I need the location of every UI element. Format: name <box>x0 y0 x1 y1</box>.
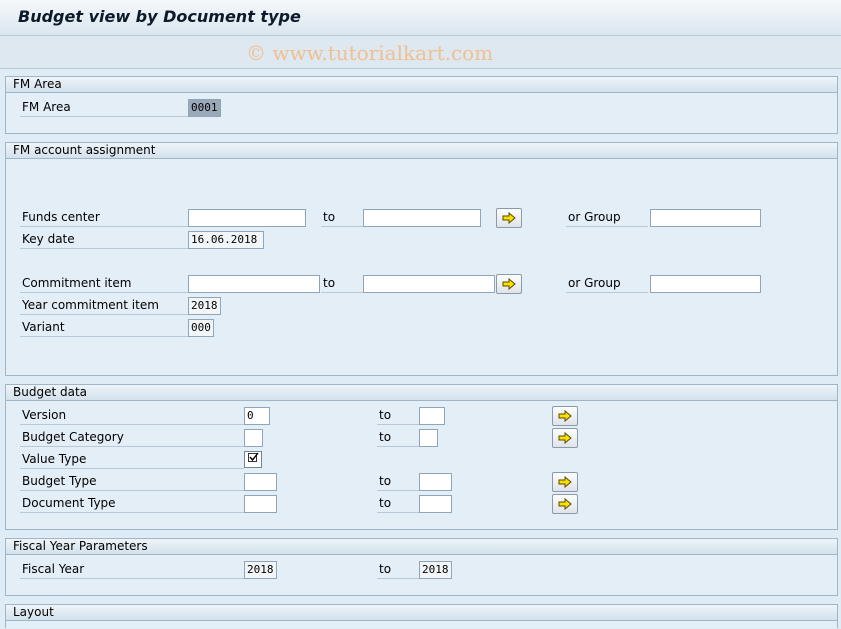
budget-type-to-field[interactable] <box>419 473 452 491</box>
to-label: to <box>377 560 419 579</box>
budget-type-from-field[interactable] <box>244 473 277 491</box>
commitment-item-group-field[interactable] <box>650 275 761 293</box>
title-bar: Budget view by Document type <box>0 0 841 36</box>
arrow-right-icon <box>558 498 572 510</box>
watermark: © www.tutorialkart.com <box>246 41 494 65</box>
checkmark-icon <box>248 452 259 462</box>
budget-category-label: Budget Category <box>20 428 244 447</box>
application-toolbar: © www.tutorialkart.com <box>0 36 841 69</box>
document-type-label: Document Type <box>20 494 244 513</box>
group-title: FM account assignment <box>6 143 837 159</box>
funds-center-label: Funds center <box>20 208 188 227</box>
value-type-checkbox[interactable] <box>244 451 262 468</box>
version-multiple-selection-button[interactable] <box>552 406 578 426</box>
window-title: Budget view by Document type <box>18 7 301 26</box>
year-commitment-item-field[interactable]: 2018 <box>188 297 221 315</box>
fiscal-year-from-field[interactable]: 2018 <box>244 561 277 579</box>
group-fm-account-assignment: FM account assignment Funds center to or… <box>5 142 838 376</box>
arrow-right-icon <box>558 432 572 444</box>
document-type-from-field[interactable] <box>244 495 277 513</box>
version-label: Version <box>20 406 244 425</box>
variant-label: Variant <box>20 318 188 337</box>
version-from-field[interactable]: 0 <box>244 407 270 425</box>
version-to-field[interactable] <box>419 407 445 425</box>
commitment-item-label: Commitment item <box>20 274 188 293</box>
group-fiscal-year-parameters: Fiscal Year Parameters Fiscal Year 2018 … <box>5 538 838 596</box>
arrow-right-icon <box>558 476 572 488</box>
group-title: Budget data <box>6 385 837 401</box>
key-date-field[interactable]: 16.06.2018 <box>188 231 264 249</box>
to-label: to <box>377 494 419 513</box>
fm-area-field[interactable]: 0001 <box>188 99 221 117</box>
funds-center-group-field[interactable] <box>650 209 761 227</box>
arrow-right-icon <box>558 410 572 422</box>
budget-category-to-field[interactable] <box>419 429 438 447</box>
group-fm-area: FM Area FM Area 0001 <box>5 76 838 134</box>
year-commitment-item-label: Year commitment item <box>20 296 188 315</box>
group-layout: Layout <box>5 604 838 628</box>
commitment-item-from-field[interactable] <box>188 275 320 293</box>
or-group-label: or Group <box>566 274 648 293</box>
fiscal-year-to-field[interactable]: 2018 <box>419 561 452 579</box>
document-type-to-field[interactable] <box>419 495 452 513</box>
funds-center-to-field[interactable] <box>363 209 481 227</box>
key-date-label: Key date <box>20 230 188 249</box>
to-label: to <box>377 406 419 425</box>
value-type-label: Value Type <box>20 450 244 469</box>
budget-category-from-field[interactable] <box>244 429 263 447</box>
to-label: to <box>377 472 419 491</box>
group-title: FM Area <box>6 77 837 93</box>
funds-center-from-field[interactable] <box>188 209 306 227</box>
variant-field[interactable]: 000 <box>188 319 214 337</box>
commitment-item-to-field[interactable] <box>363 275 495 293</box>
arrow-right-icon <box>502 278 516 290</box>
group-title: Fiscal Year Parameters <box>6 539 837 555</box>
budget-type-multiple-selection-button[interactable] <box>552 472 578 492</box>
fiscal-year-label: Fiscal Year <box>20 560 244 579</box>
arrow-right-icon <box>502 212 516 224</box>
to-label: to <box>377 428 419 447</box>
to-label: to <box>321 274 363 293</box>
commitment-item-multiple-selection-button[interactable] <box>496 274 522 294</box>
budget-category-multiple-selection-button[interactable] <box>552 428 578 448</box>
to-label: to <box>321 208 363 227</box>
funds-center-multiple-selection-button[interactable] <box>496 208 522 228</box>
fm-area-label: FM Area <box>20 98 188 117</box>
group-title: Layout <box>6 605 837 621</box>
document-type-multiple-selection-button[interactable] <box>552 494 578 514</box>
group-budget-data: Budget data Version 0 to Budget Category… <box>5 384 838 530</box>
or-group-label: or Group <box>566 208 648 227</box>
budget-type-label: Budget Type <box>20 472 244 491</box>
